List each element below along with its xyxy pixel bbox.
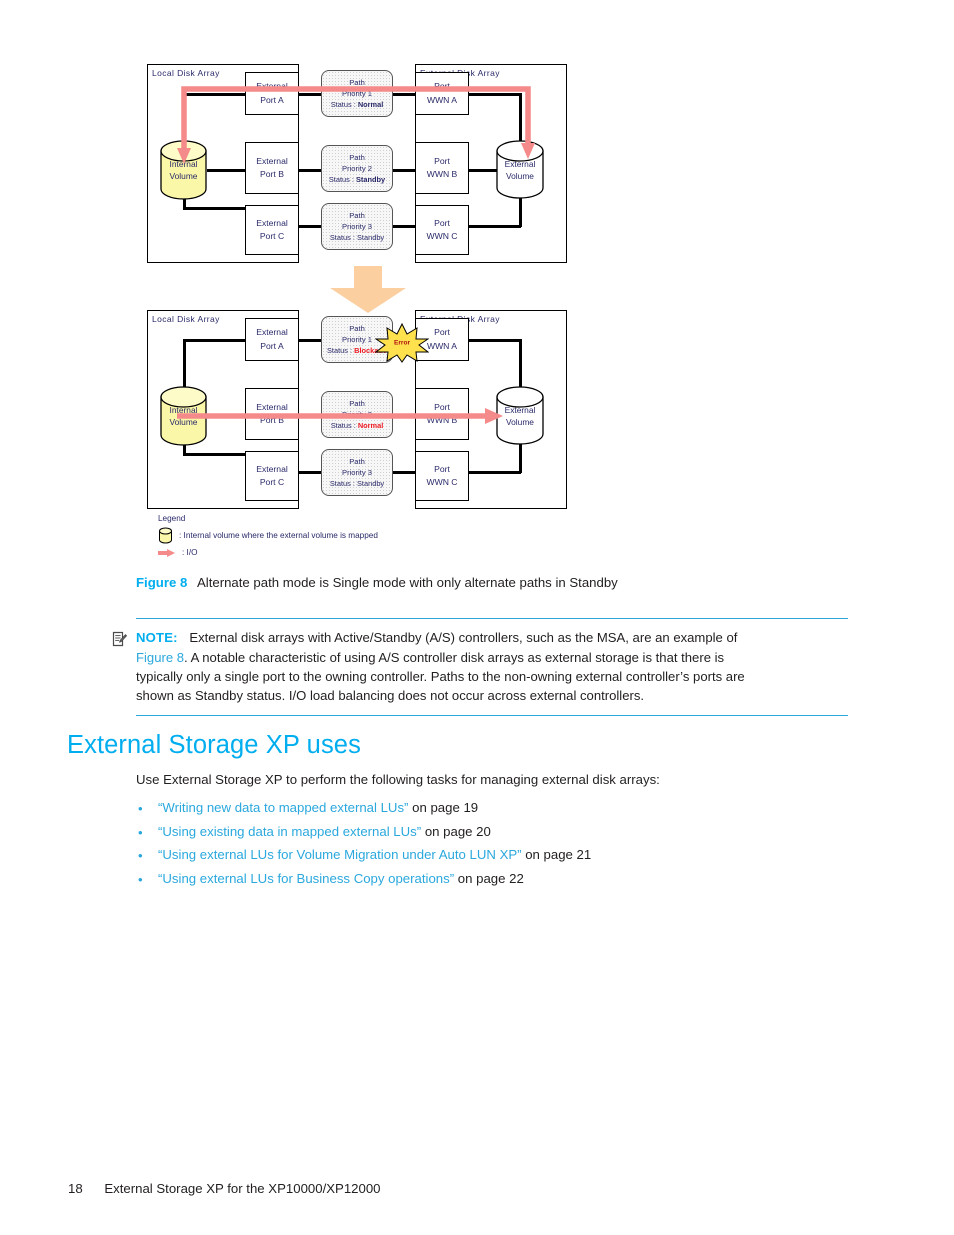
list-item-content: “Using external LUs for Business Copy op…: [158, 871, 524, 886]
bullet-marker-icon: •: [138, 824, 143, 840]
io-arrow-icon: [158, 548, 176, 558]
list-item: • “Using existing data in mapped externa…: [136, 824, 836, 848]
figure-8-illustration: Local Disk Array External Disk Array Int…: [0, 0, 954, 570]
error-burst-label: Error: [393, 339, 411, 347]
note-line-2: . A notable characteristic of using A/S …: [184, 649, 725, 665]
figure-legend: Legend : Internal volume where the exter…: [158, 514, 378, 561]
figure-caption-text: Alternate path mode is Single mode with …: [196, 575, 618, 590]
note-block: NOTE: External disk arrays with Active/S…: [112, 618, 848, 717]
page-footer: 18 External Storage XP for the XP10000/X…: [68, 1181, 381, 1196]
cross-reference-link[interactable]: “Using external LUs for Business Copy op…: [158, 871, 454, 886]
cross-reference-link[interactable]: “Writing new data to mapped external LUs…: [158, 800, 408, 815]
note-line-4: shown as Standby status. I/O load balanc…: [136, 687, 645, 703]
legend-item-io: : I/O: [158, 544, 378, 561]
bullet-marker-icon: •: [138, 801, 143, 816]
note-pencil-icon: [112, 631, 128, 652]
bullet-marker-icon: •: [138, 871, 143, 887]
note-body: NOTE: External disk arrays with Active/S…: [112, 619, 848, 714]
diagram-after-failure: Local Disk Array External Disk Array Int…: [147, 310, 567, 509]
io-flow-arrow-priority2: [147, 310, 567, 509]
list-item: • “Using external LUs for Business Copy …: [136, 871, 836, 895]
list-item-content: “Using existing data in mapped external …: [158, 824, 491, 839]
list-item-page: on page 19: [408, 800, 479, 815]
list-item-page: on page 20: [421, 823, 491, 839]
bullet-marker-icon: •: [138, 848, 143, 863]
legend-item-internal-volume: : Internal volume where the external vol…: [158, 527, 378, 544]
list-item: • “Writing new data to mapped external L…: [136, 800, 836, 824]
list-item-page: on page 22: [454, 870, 524, 886]
task-link-list: • “Writing new data to mapped external L…: [136, 800, 836, 894]
note-line-1: External disk arrays with Active/Standby…: [189, 630, 738, 646]
figure-caption: Figure 8 Alternate path mode is Single m…: [136, 575, 618, 590]
list-item-content: “Writing new data to mapped external LUs…: [158, 800, 478, 815]
legend-internal-volume-text: : Internal volume where the external vol…: [179, 531, 378, 540]
footer-document-title: External Storage XP for the XP10000/XP12…: [104, 1181, 381, 1196]
list-item-content: “Using external LUs for Volume Migration…: [158, 847, 591, 862]
legend-title: Legend: [158, 514, 186, 523]
note-text: NOTE: External disk arrays with Active/S…: [136, 628, 848, 704]
section-intro-text: Use External Storage XP to perform the f…: [136, 772, 660, 787]
cross-reference-link[interactable]: “Using existing data in mapped external …: [158, 824, 421, 839]
io-flow-arrow-priority1: [147, 64, 567, 263]
list-item: • “Using external LUs for Volume Migrati…: [136, 847, 836, 871]
page-number: 18: [68, 1181, 83, 1196]
figure-caption-label: Figure 8: [136, 575, 188, 590]
legend-io-text: : I/O: [182, 548, 198, 557]
note-line-3: typically only a single port to the owni…: [136, 668, 745, 684]
note-lead-label: NOTE:: [136, 630, 178, 646]
diagram-before-failure: Local Disk Array External Disk Array Int…: [147, 64, 567, 263]
list-item-page: on page 21: [521, 847, 592, 862]
page-title: External Storage XP uses: [67, 731, 361, 759]
error-burst-icon: Error: [374, 322, 430, 363]
cross-reference-link[interactable]: “Using external LUs for Volume Migration…: [158, 847, 522, 862]
note-bottom-rule: [136, 714, 848, 717]
note-figure-xref-link[interactable]: Figure 8: [136, 650, 184, 665]
cylinder-icon: [158, 527, 173, 544]
